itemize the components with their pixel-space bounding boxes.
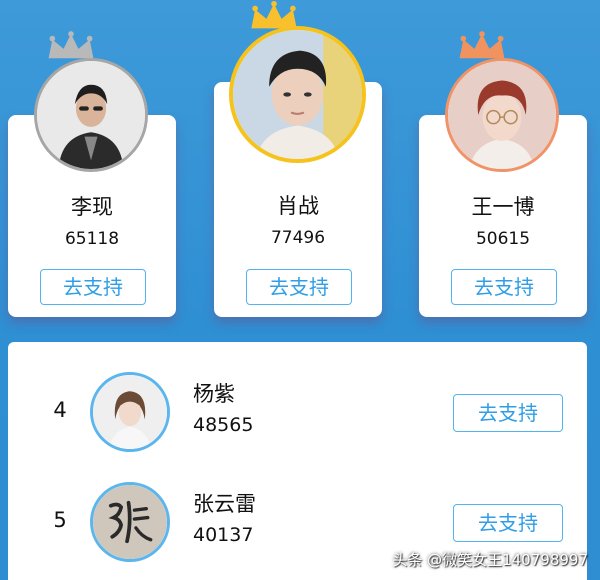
avatar-rank-1[interactable] — [229, 26, 366, 163]
list-item: 4 杨紫 48565 去支持 — [8, 362, 587, 462]
portrait-photo — [233, 30, 362, 159]
silver-crown-icon — [48, 31, 94, 59]
celebrity-name: 杨紫 — [193, 382, 235, 406]
bronze-crown-icon — [459, 31, 505, 59]
vote-count: 50615 — [475, 229, 531, 249]
support-button[interactable]: 去支持 — [453, 504, 563, 542]
calligraphy-avatar-image — [93, 485, 167, 559]
celebrity-name: 李现 — [71, 195, 113, 219]
avatar[interactable] — [90, 372, 170, 452]
support-button[interactable]: 去支持 — [246, 269, 352, 305]
rank-number: 4 — [53, 398, 67, 422]
ranking-list: 4 杨紫 48565 去支持 5 张云雷 40137 去支持 — [8, 342, 587, 580]
portrait-photo — [448, 61, 556, 169]
avatar[interactable] — [90, 482, 170, 562]
celebrity-name: 王一博 — [471, 195, 535, 219]
vote-count: 48565 — [193, 414, 254, 436]
vote-count: 77496 — [270, 228, 326, 248]
portrait-photo — [37, 61, 145, 169]
rank-number: 5 — [53, 508, 67, 532]
celebrity-name: 肖战 — [277, 194, 319, 218]
vote-count: 65118 — [64, 229, 120, 249]
watermark: 头条 @微笑女王140798997 — [392, 551, 588, 569]
support-button[interactable]: 去支持 — [453, 394, 563, 432]
vote-count: 40137 — [193, 524, 254, 546]
gold-crown-icon — [251, 0, 297, 29]
avatar-rank-3[interactable] — [445, 58, 559, 172]
celebrity-name: 张云雷 — [193, 492, 256, 516]
support-button[interactable]: 去支持 — [451, 269, 557, 305]
portrait-photo — [93, 375, 167, 449]
support-button[interactable]: 去支持 — [40, 269, 146, 305]
avatar-rank-2[interactable] — [34, 58, 148, 172]
